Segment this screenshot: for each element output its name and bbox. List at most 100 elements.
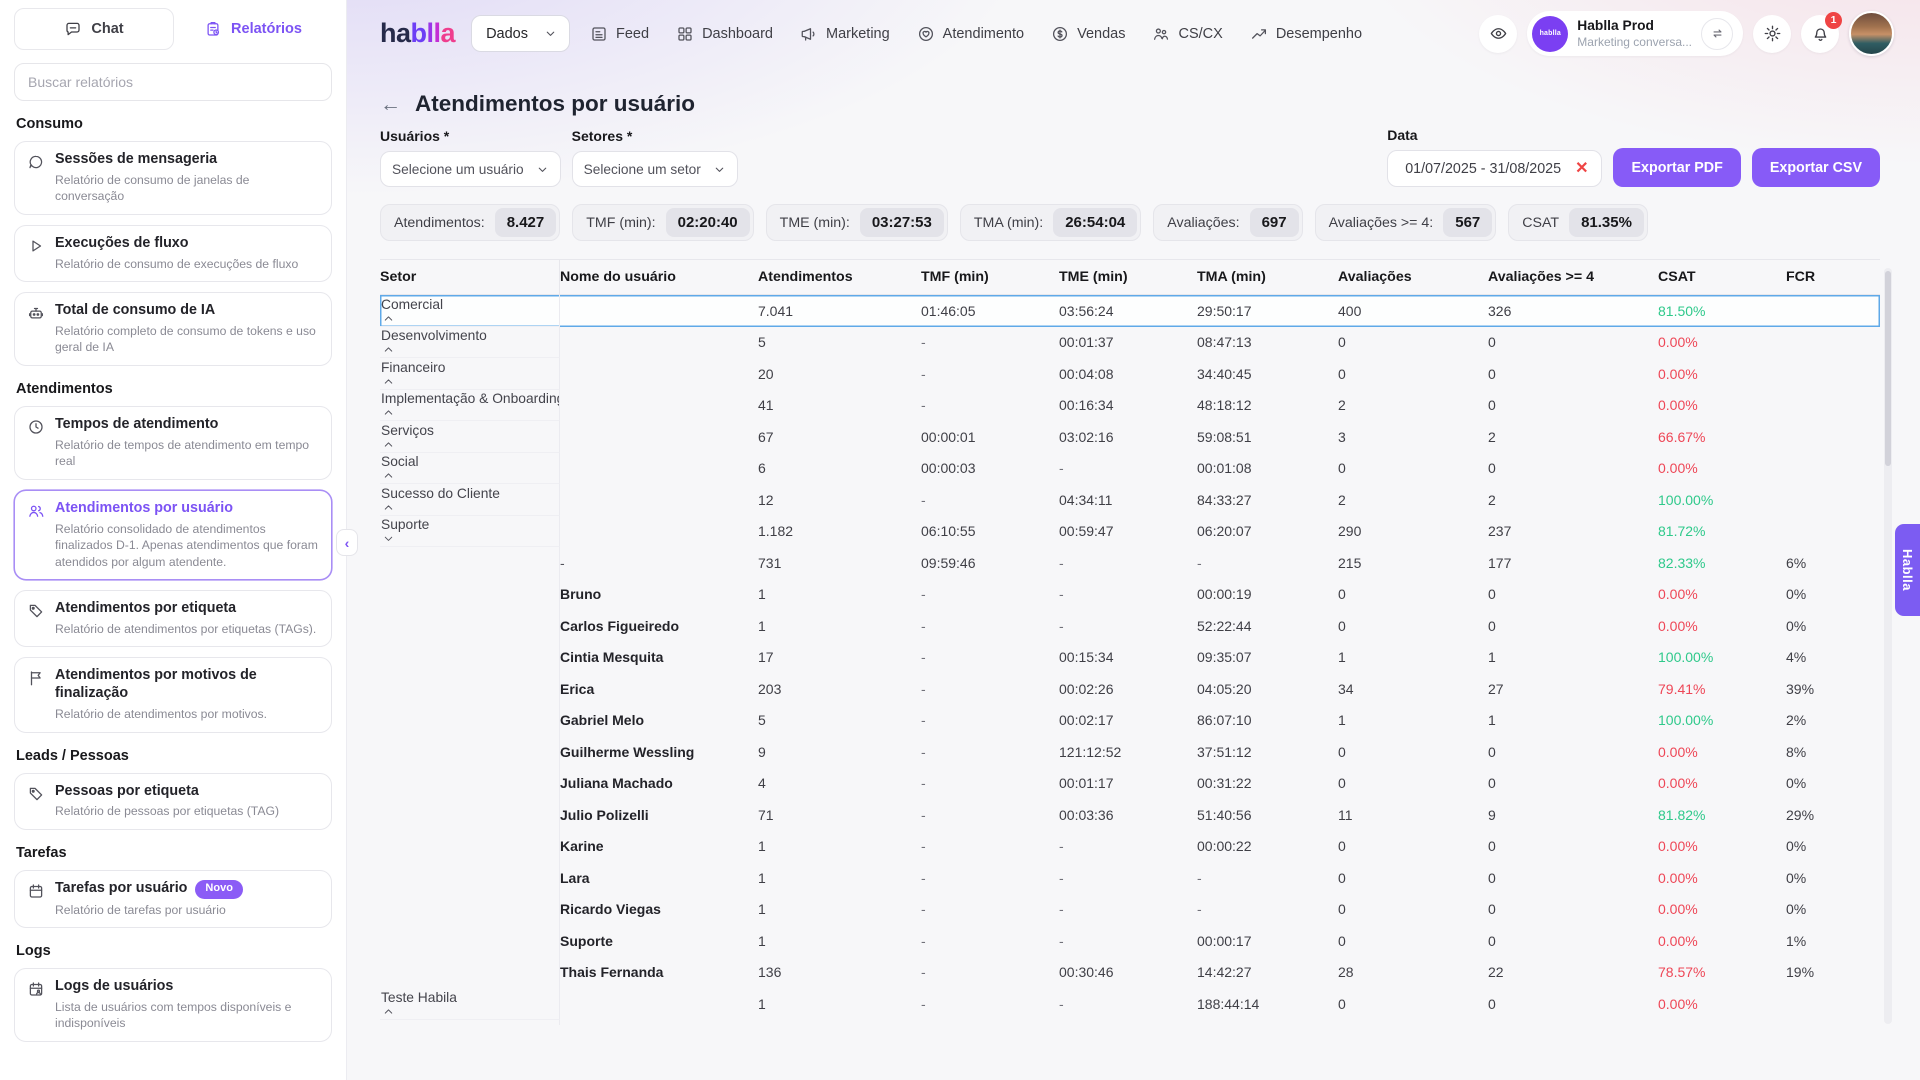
hablla-side-tab[interactable]: Hablla xyxy=(1895,524,1920,616)
workspace-dropdown[interactable]: Dados xyxy=(471,15,570,52)
csat-cell: 100.00% xyxy=(1658,492,1786,508)
export-csv-button[interactable]: Exportar CSV xyxy=(1752,148,1880,187)
export-pdf-button[interactable]: Exportar PDF xyxy=(1613,148,1740,187)
table-row-sector-sucesso-do-cliente[interactable]: Sucesso do Cliente12-04:34:1184:33:27221… xyxy=(380,484,1880,516)
table-row-user-item[interactable]: -73109:59:46--21517782.33%6% xyxy=(380,547,1880,579)
preview-eye-button[interactable] xyxy=(1479,15,1517,53)
value-cell: 00:03:36 xyxy=(1059,807,1197,823)
nav-item-feed[interactable]: Feed xyxy=(590,25,649,43)
report-title: Atendimentos por motivos de finalização xyxy=(55,667,319,703)
sidebar-tabs: Chat Relatórios xyxy=(14,8,332,50)
sidebar-item-atendimentos-por-usu-rio[interactable]: Atendimentos por usuárioRelatório consol… xyxy=(14,490,332,580)
nav-item-marketing[interactable]: Marketing xyxy=(800,25,890,43)
page-head: ← Atendimentos por usuário xyxy=(380,91,1920,117)
chevron-down-icon[interactable] xyxy=(382,532,395,545)
stat-label: Atendimentos: xyxy=(394,215,485,231)
vertical-scrollbar[interactable] xyxy=(1884,268,1892,1024)
sidebar-item-sess-es-de-mensageria[interactable]: Sessões de mensageriaRelatório de consum… xyxy=(14,141,332,215)
gear-icon xyxy=(1763,24,1782,43)
nav-item-cs-cx[interactable]: CS/CX xyxy=(1152,25,1222,43)
workspace-name: Hablla Prod xyxy=(1577,18,1692,35)
table-row-sector-financeiro[interactable]: Financeiro20-00:04:0834:40:45000.00% xyxy=(380,358,1880,390)
table-row-user-julio-polizelli[interactable]: Julio Polizelli71-00:03:3651:40:5611981.… xyxy=(380,799,1880,831)
back-arrow-icon[interactable]: ← xyxy=(380,94,401,115)
notifications-button[interactable]: 1 xyxy=(1801,15,1839,53)
users-select[interactable]: Selecione um usuário xyxy=(380,151,561,187)
nav-item-dashboard[interactable]: Dashboard xyxy=(676,25,773,43)
sidebar-collapse-button[interactable]: ‹ xyxy=(336,529,358,556)
table-row-sector-teste-habila[interactable]: Teste Habila1--188:44:14000.00% xyxy=(380,988,1880,1020)
value-cell: - xyxy=(921,366,1059,382)
value-cell: 11 xyxy=(1338,807,1488,823)
sector-cell: Comercial xyxy=(380,295,560,327)
sidebar-item-execu-es-de-fluxo[interactable]: Execuções de fluxoRelatório de consumo d… xyxy=(14,225,332,282)
table-row-sector-suporte[interactable]: Suporte1.18206:10:5500:59:4706:20:072902… xyxy=(380,516,1880,548)
table-row-sector-desenvolvimento[interactable]: Desenvolvimento5-00:01:3708:47:13000.00% xyxy=(380,327,1880,359)
table-row-user-erica[interactable]: Erica203-00:02:2604:05:20342779.41%39% xyxy=(380,673,1880,705)
user-avatar[interactable] xyxy=(1849,11,1894,56)
chevron-up-icon[interactable] xyxy=(382,312,395,325)
table-row-user-karine[interactable]: Karine1--00:00:22000.00%0% xyxy=(380,831,1880,863)
chevron-up-icon[interactable] xyxy=(382,469,395,482)
table-row-user-suporte[interactable]: Suporte1--00:00:17000.00%1% xyxy=(380,925,1880,957)
value-cell: 04:05:20 xyxy=(1197,681,1338,697)
sidebar-item-atendimentos-por-motivos-de-finaliza-o[interactable]: Atendimentos por motivos de finalizaçãoR… xyxy=(14,657,332,732)
table-row-sector-servi-os[interactable]: Serviços6700:00:0103:02:1659:08:513266.6… xyxy=(380,421,1880,453)
csat-cell: 82.33% xyxy=(1658,555,1786,571)
workspace-subtitle: Marketing conversa... xyxy=(1577,35,1692,49)
settings-button[interactable] xyxy=(1753,15,1791,53)
value-cell: 28 xyxy=(1338,964,1488,980)
chevron-up-icon[interactable] xyxy=(382,343,395,356)
nav-item-desempenho[interactable]: Desempenho xyxy=(1250,25,1362,43)
sidebar-item-tempos-de-atendimento[interactable]: Tempos de atendimentoRelatório de tempos… xyxy=(14,406,332,480)
sectors-select[interactable]: Selecione um setor xyxy=(572,151,738,187)
tab-relatorios[interactable]: Relatórios xyxy=(174,8,332,50)
table-row-user-ricardo-viegas[interactable]: Ricardo Viegas1---000.00%0% xyxy=(380,894,1880,926)
search-input[interactable] xyxy=(14,63,332,101)
chevron-up-icon[interactable] xyxy=(382,501,395,514)
sidebar-item-tarefas-por-usu-rio[interactable]: Tarefas por usuárioNovoRelatório de tare… xyxy=(14,870,332,928)
column-header-tmf-min: TMF (min) xyxy=(921,269,1059,285)
workspace-pill[interactable]: hablla Hablla Prod Marketing conversa... xyxy=(1527,11,1743,56)
table-row-user-carlos-figueiredo[interactable]: Carlos Figueiredo1--52:22:44000.00%0% xyxy=(380,610,1880,642)
table-row-user-cintia-mesquita[interactable]: Cintia Mesquita17-00:15:3409:35:0711100.… xyxy=(380,642,1880,674)
table-row-sector-implementa-o-onboarding[interactable]: Implementação & Onboarding41-00:16:3448:… xyxy=(380,390,1880,422)
chevron-up-icon[interactable] xyxy=(382,438,395,451)
value-cell: 0 xyxy=(1488,586,1658,602)
date-range-input[interactable]: 01/07/2025 - 31/08/2025 ✕ xyxy=(1387,150,1602,187)
table-row-user-juliana-machado[interactable]: Juliana Machado4-00:01:1700:31:22000.00%… xyxy=(380,768,1880,800)
value-cell: 136 xyxy=(758,964,921,980)
table-row-user-guilherme-wessling[interactable]: Guilherme Wessling9-121:12:5237:51:12000… xyxy=(380,736,1880,768)
table-row-user-bruno[interactable]: Bruno1--00:00:19000.00%0% xyxy=(380,579,1880,611)
value-cell: - xyxy=(921,397,1059,413)
users-filter-label: Usuários * xyxy=(380,128,561,144)
value-cell: 00:00:03 xyxy=(921,460,1059,476)
table-row-user-lara[interactable]: Lara1---000.00%0% xyxy=(380,862,1880,894)
table-row-sector-social[interactable]: Social600:00:03-00:01:08000.00% xyxy=(380,453,1880,485)
table-row-user-gabriel-melo[interactable]: Gabriel Melo5-00:02:1786:07:1011100.00%2… xyxy=(380,705,1880,737)
switch-workspace-icon[interactable] xyxy=(1701,18,1733,50)
nav-item-vendas[interactable]: Vendas xyxy=(1051,25,1125,43)
value-cell: - xyxy=(921,681,1059,697)
scrollbar-thumb[interactable] xyxy=(1885,271,1891,466)
chevron-up-icon[interactable] xyxy=(382,375,395,388)
trend-up-icon xyxy=(1250,25,1268,43)
table-row-sector-comercial[interactable]: Comercial7.04101:46:0503:56:2429:50:1740… xyxy=(380,295,1880,327)
play-icon xyxy=(27,237,45,255)
sidebar-item-atendimentos-por-etiqueta[interactable]: Atendimentos por etiquetaRelatório de at… xyxy=(14,590,332,647)
sidebar-item-logs-de-usu-rios[interactable]: Logs de usuáriosLista de usuários com te… xyxy=(14,968,332,1042)
table-row-sector-blank[interactable] xyxy=(380,1020,1880,1026)
sidebar-item-pessoas-por-etiqueta[interactable]: Pessoas por etiquetaRelatório de pessoas… xyxy=(14,773,332,830)
tab-chat[interactable]: Chat xyxy=(14,8,174,50)
value-cell: 34:40:45 xyxy=(1197,366,1338,382)
chevron-up-icon[interactable] xyxy=(382,1005,395,1018)
chevron-up-icon[interactable] xyxy=(382,406,395,419)
clear-date-button[interactable]: ✕ xyxy=(1575,161,1588,177)
nav-item-atendimento[interactable]: Atendimento xyxy=(917,25,1024,43)
sidebar-item-total-de-consumo-de-ia[interactable]: Total de consumo de IARelatório completo… xyxy=(14,292,332,366)
filters-right: Data 01/07/2025 - 31/08/2025 ✕ Exportar … xyxy=(1387,127,1880,187)
value-cell: 00:00:17 xyxy=(1197,933,1338,949)
table-row-user-thais-fernanda[interactable]: Thais Fernanda136-00:30:4614:42:27282278… xyxy=(380,957,1880,989)
user-name-cell: Julio Polizelli xyxy=(560,807,758,823)
value-cell: 00:30:46 xyxy=(1059,964,1197,980)
